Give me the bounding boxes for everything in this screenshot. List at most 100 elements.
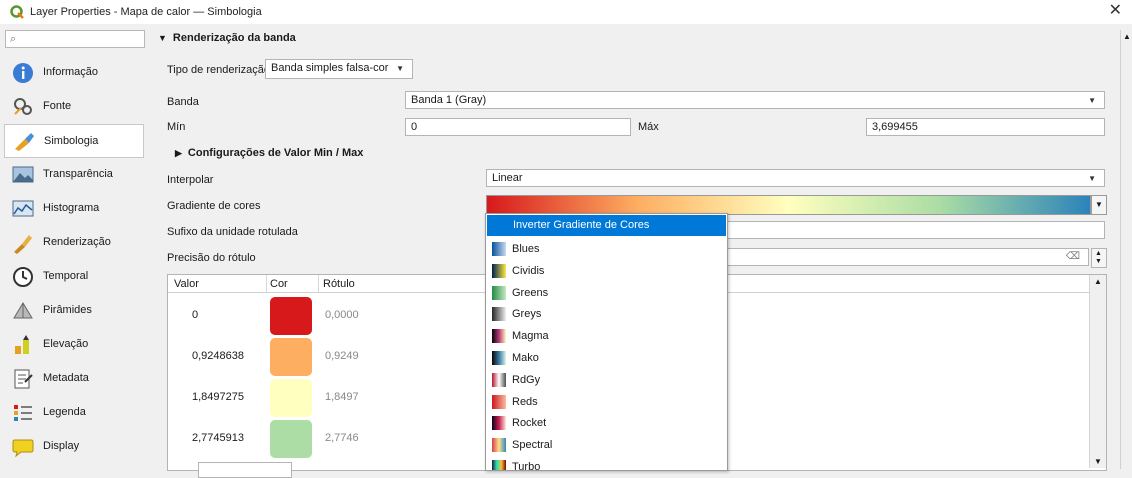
- section-title: Renderização da banda: [172, 32, 296, 44]
- menu-item-label: Blues: [512, 243, 540, 255]
- sidebar-item-informacao[interactable]: Informação: [4, 56, 144, 88]
- clock-icon: [13, 267, 33, 287]
- menu-item-label: Mako: [512, 352, 539, 364]
- menu-item-blues[interactable]: Blues: [486, 239, 727, 261]
- menu-item-label: Inverter Gradiente de Cores: [513, 219, 650, 231]
- interpolation-select[interactable]: Linear ▼: [486, 169, 1105, 187]
- sidebar-item-label: Renderização: [43, 236, 111, 248]
- render-type-select[interactable]: Banda simples falsa-cor ▼: [265, 59, 413, 79]
- color-ramp-menu: Inverter Gradiente de Cores Blues Cividis…: [485, 213, 728, 471]
- metadata-icon: [14, 369, 33, 389]
- minmax-settings-section[interactable]: ▶ Configurações de Valor Min / Max: [175, 147, 363, 159]
- band-select[interactable]: Banda 1 (Gray) ▼: [405, 91, 1105, 109]
- color-ramp-preview-icon: [492, 372, 506, 387]
- sidebar-item-simbologia[interactable]: Simbologia: [4, 124, 144, 158]
- color-ramp-dropdown-button[interactable]: ▼: [1091, 195, 1107, 215]
- menu-item-label: Turbo: [512, 461, 541, 471]
- class-color-swatch[interactable]: [270, 297, 312, 335]
- sidebar-item-fonte[interactable]: Fonte: [4, 90, 144, 122]
- sidebar-item-histograma[interactable]: Histograma: [4, 192, 144, 224]
- max-input[interactable]: 3,699455: [866, 118, 1105, 136]
- dropdown-arrow-icon: ▼: [1088, 96, 1096, 105]
- menu-item-invert-ramp[interactable]: Inverter Gradiente de Cores: [487, 215, 726, 236]
- column-header-cor[interactable]: Cor: [270, 278, 288, 290]
- max-value: 3,699455: [872, 121, 918, 133]
- sidebar-item-label: Pirâmides: [43, 304, 92, 316]
- column-header-rotulo[interactable]: Rótulo: [323, 278, 355, 290]
- interpolation-label: Interpolar: [167, 174, 214, 186]
- sidebar-item-label: Temporal: [43, 270, 89, 282]
- menu-item-cividis[interactable]: Cividis: [486, 261, 727, 283]
- sidebar-item-legenda[interactable]: Legenda: [4, 396, 144, 428]
- sidebar-item-label: Display: [43, 440, 80, 452]
- dropdown-arrow-icon: ▼: [1088, 174, 1096, 183]
- class-color-swatch[interactable]: [270, 338, 312, 376]
- sidebar-item-label: Fonte: [43, 100, 72, 112]
- interpolation-value: Linear: [492, 172, 523, 184]
- dropdown-arrow-icon: ▼: [1095, 200, 1103, 209]
- pyramid-icon: [13, 302, 33, 319]
- render-type-label: Tipo de renderização: [167, 64, 270, 76]
- section-render-header[interactable]: ▼ Renderização da banda: [158, 32, 296, 44]
- render-type-value: Banda simples falsa-cor: [271, 62, 389, 74]
- scroll-up-icon[interactable]: ▲: [1123, 32, 1131, 41]
- scroll-down-icon[interactable]: ▼: [1094, 457, 1102, 466]
- legend-icon: [14, 405, 32, 421]
- menu-item-label: Rocket: [512, 417, 547, 430]
- color-ramp-preview-icon: [492, 416, 506, 431]
- column-header-valor[interactable]: Valor: [174, 278, 199, 290]
- sidebar-item-metadata[interactable]: Metadata: [4, 362, 144, 394]
- precision-spinner[interactable]: ▲ ▼: [1091, 248, 1107, 268]
- menu-item-label: Greys: [512, 308, 542, 321]
- color-ramp-preview-icon: [492, 263, 506, 278]
- menu-item-greys[interactable]: Greys: [486, 304, 727, 326]
- min-label: Mín: [167, 121, 186, 133]
- menu-item-label: Reds: [512, 395, 538, 408]
- class-value: 0: [192, 309, 199, 321]
- class-color-swatch[interactable]: [270, 420, 312, 458]
- clear-icon[interactable]: ⌫: [1066, 251, 1080, 262]
- menu-item-reds[interactable]: Reds: [486, 392, 727, 414]
- menu-item-magma[interactable]: Magma: [486, 326, 727, 348]
- menu-item-rdgy[interactable]: RdGy: [486, 370, 727, 392]
- menu-item-greens[interactable]: Greens: [486, 283, 727, 305]
- sidebar-item-label: Transparência: [43, 168, 113, 180]
- scroll-up-icon[interactable]: ▲: [1094, 277, 1102, 286]
- class-label: 2,7746: [325, 432, 359, 444]
- column-divider: [266, 275, 267, 292]
- color-ramp-label: Gradiente de cores: [167, 200, 261, 212]
- menu-item-rocket[interactable]: Rocket: [486, 413, 727, 435]
- sidebar-item-temporal[interactable]: Temporal: [4, 260, 144, 292]
- sidebar-item-label: Simbologia: [44, 135, 99, 147]
- min-value: 0: [411, 121, 418, 133]
- sidebar-item-elevacao[interactable]: Elevação: [4, 328, 144, 360]
- unit-suffix-label: Sufixo da unidade rotulada: [167, 226, 298, 238]
- menu-item-label: Magma: [512, 330, 549, 343]
- class-value: 1,8497275: [192, 391, 244, 403]
- max-label: Máx: [638, 121, 659, 133]
- table-scrollbar[interactable]: ▲ ▼: [1089, 275, 1106, 468]
- sidebar-item-renderizacao[interactable]: Renderização: [4, 226, 144, 258]
- min-input[interactable]: 0: [405, 118, 631, 136]
- rendering-icon: [14, 235, 32, 254]
- sidebar-item-transparencia[interactable]: Transparência: [4, 158, 144, 190]
- classification-mode-select[interactable]: [198, 462, 292, 478]
- sidebar-item-display[interactable]: Display: [4, 430, 144, 462]
- menu-item-spectral[interactable]: Spectral: [486, 435, 727, 457]
- class-color-swatch[interactable]: [270, 379, 312, 417]
- color-ramp-preview-icon: [492, 307, 506, 322]
- class-value: 0,9248638: [192, 350, 244, 362]
- panel-scrollbar[interactable]: ▲: [1120, 30, 1132, 469]
- sidebar-search-input[interactable]: ⌕: [5, 30, 145, 48]
- color-ramp-preview-icon: [492, 438, 506, 453]
- menu-item-label: Cividis: [512, 264, 545, 277]
- sidebar-item-piramides[interactable]: Pirâmides: [4, 294, 144, 326]
- label-precision-label: Precisão do rótulo: [167, 252, 256, 264]
- color-ramp-button[interactable]: [486, 195, 1091, 215]
- symbology-icon: [15, 133, 34, 151]
- close-icon[interactable]: ✕: [1109, 2, 1122, 20]
- sidebar-item-label: Elevação: [43, 338, 89, 350]
- class-label: 0,0000: [325, 309, 359, 321]
- menu-item-mako[interactable]: Mako: [486, 348, 727, 370]
- menu-item-label: RdGy: [512, 373, 541, 386]
